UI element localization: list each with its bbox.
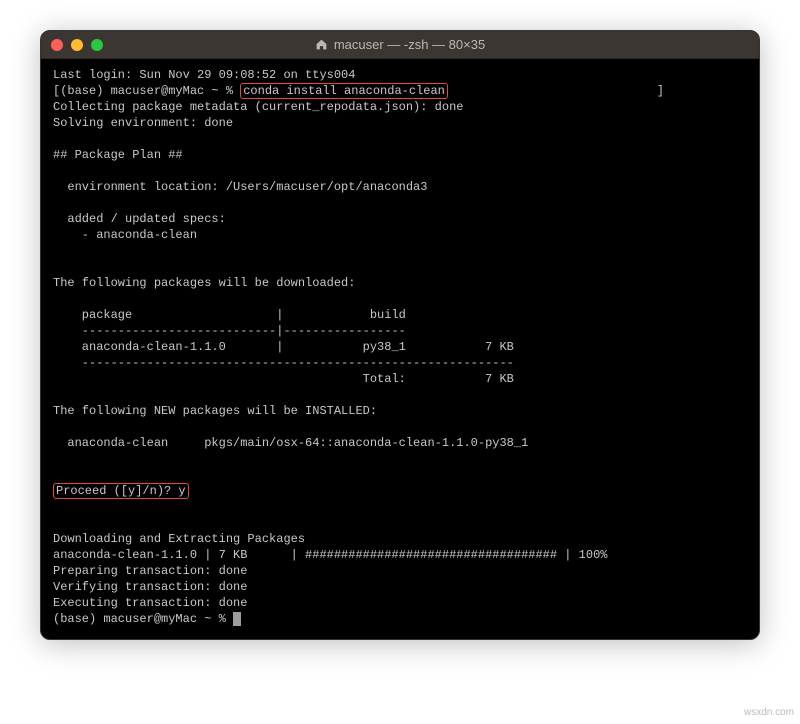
terminal-body[interactable]: Last login: Sun Nov 29 09:08:52 on ttys0… bbox=[41, 59, 759, 639]
term-prompt-pre: [(base) macuser@myMac ~ % bbox=[53, 84, 240, 98]
term-line: Preparing transaction: done bbox=[53, 564, 247, 578]
term-line: Solving environment: done bbox=[53, 116, 233, 130]
highlight-command: conda install anaconda-clean bbox=[240, 83, 448, 99]
term-line: package | build bbox=[53, 308, 406, 322]
term-line: Total: 7 KB bbox=[53, 372, 514, 386]
term-line: The following packages will be downloade… bbox=[53, 276, 355, 290]
term-line: environment location: /Users/macuser/opt… bbox=[53, 180, 427, 194]
term-line: Downloading and Extracting Packages bbox=[53, 532, 305, 546]
highlight-proceed: Proceed ([y]/n)? y bbox=[53, 483, 189, 499]
term-line: added / updated specs: bbox=[53, 212, 226, 226]
term-line: - anaconda-clean bbox=[53, 228, 197, 242]
term-line: The following NEW packages will be INSTA… bbox=[53, 404, 377, 418]
term-line: ----------------------------------------… bbox=[53, 356, 514, 370]
term-line: ## Package Plan ## bbox=[53, 148, 183, 162]
close-icon[interactable] bbox=[51, 39, 63, 51]
term-line: anaconda-clean-1.1.0 | 7 KB | ##########… bbox=[53, 548, 608, 562]
window-title-text: macuser — -zsh — 80×35 bbox=[334, 37, 485, 52]
home-icon bbox=[315, 38, 328, 51]
minimize-icon[interactable] bbox=[71, 39, 83, 51]
window-title: macuser — -zsh — 80×35 bbox=[41, 37, 759, 52]
term-line: Last login: Sun Nov 29 09:08:52 on ttys0… bbox=[53, 68, 355, 82]
term-line: anaconda-clean-1.1.0 | py38_1 7 KB bbox=[53, 340, 514, 354]
term-line: Verifying transaction: done bbox=[53, 580, 247, 594]
term-line: ---------------------------|------------… bbox=[53, 324, 406, 338]
traffic-lights bbox=[51, 39, 103, 51]
term-line: Executing transaction: done bbox=[53, 596, 247, 610]
titlebar[interactable]: macuser — -zsh — 80×35 bbox=[41, 31, 759, 59]
term-line: Collecting package metadata (current_rep… bbox=[53, 100, 463, 114]
zoom-icon[interactable] bbox=[91, 39, 103, 51]
term-line: anaconda-clean pkgs/main/osx-64::anacond… bbox=[53, 436, 528, 450]
terminal-window: macuser — -zsh — 80×35 Last login: Sun N… bbox=[40, 30, 760, 640]
term-prompt: (base) macuser@myMac ~ % bbox=[53, 612, 233, 626]
cursor-icon bbox=[233, 612, 241, 626]
watermark: wsxdn.com bbox=[744, 707, 794, 718]
